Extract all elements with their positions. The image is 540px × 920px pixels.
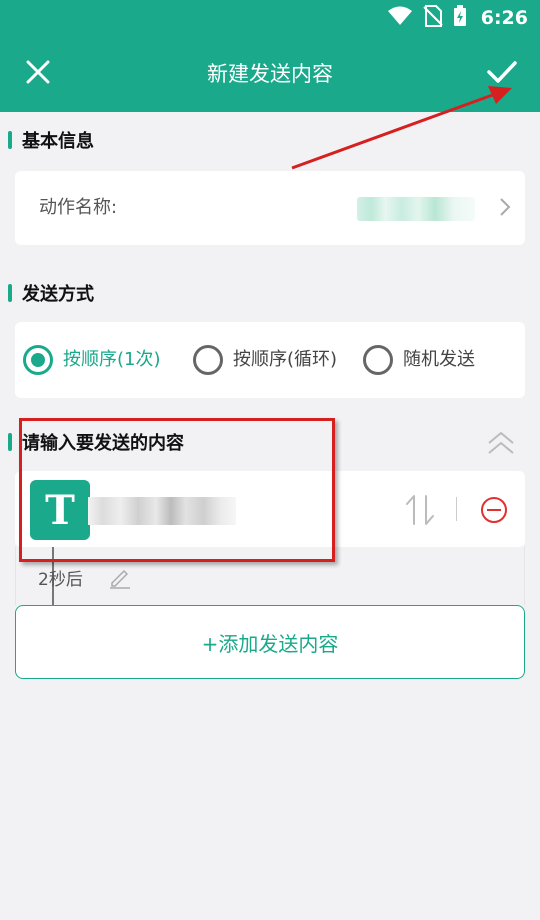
- action-name-label: 动作名称:: [39, 197, 118, 218]
- reorder-button[interactable]: [400, 492, 440, 528]
- no-sim-icon: [423, 5, 443, 31]
- page-title: 新建发送内容: [207, 62, 333, 86]
- radio-label: 按顺序(1次): [63, 349, 161, 370]
- delay-label: 2秒后: [38, 570, 83, 590]
- app-bar: 新建发送内容: [0, 36, 540, 112]
- section-title-basic-info: 基本信息: [22, 131, 94, 152]
- annotation-highlight-box: [19, 418, 335, 562]
- chevron-right-icon: [499, 197, 511, 221]
- section-basic-info: 基本信息: [8, 128, 94, 152]
- pencil-icon: [110, 569, 130, 589]
- double-chevron-up-icon: [488, 431, 514, 454]
- minus-circle-icon: [481, 497, 507, 523]
- radio-label: 按顺序(循环): [233, 349, 338, 370]
- add-content-button[interactable]: +添加发送内容: [15, 605, 525, 679]
- radio-random[interactable]: 随机发送: [363, 322, 513, 398]
- radio-label: 随机发送: [403, 349, 475, 370]
- remove-item-button[interactable]: [478, 494, 510, 526]
- radio-checked-icon: [23, 345, 53, 375]
- row-divider: [456, 497, 457, 521]
- section-accent-bar: [8, 131, 12, 149]
- section-accent-bar: [8, 284, 12, 302]
- collapse-button[interactable]: [486, 428, 516, 458]
- section-accent-bar: [8, 433, 12, 451]
- action-name-value-redacted: [357, 197, 475, 221]
- sort-arrows-icon: [406, 495, 434, 525]
- action-name-row[interactable]: 动作名称:: [15, 171, 525, 245]
- radio-unchecked-icon: [363, 345, 393, 375]
- radio-unchecked-icon: [193, 345, 223, 375]
- status-bar: 6:26: [0, 0, 540, 36]
- wifi-icon: [387, 6, 413, 30]
- send-mode-card: 按顺序(1次) 按顺序(循环) 随机发送: [15, 322, 525, 398]
- radio-sequential-loop[interactable]: 按顺序(循环): [193, 322, 343, 398]
- radio-sequential-once[interactable]: 按顺序(1次): [23, 322, 173, 398]
- battery-charging-icon: [453, 5, 467, 31]
- status-time: 6:26: [480, 7, 528, 29]
- section-send-mode: 发送方式: [8, 281, 94, 305]
- edit-delay-button[interactable]: [108, 565, 132, 589]
- status-icons: 6:26: [387, 0, 528, 36]
- section-title-send-mode: 发送方式: [22, 284, 94, 305]
- check-icon: [487, 61, 517, 83]
- confirm-button[interactable]: [478, 50, 526, 94]
